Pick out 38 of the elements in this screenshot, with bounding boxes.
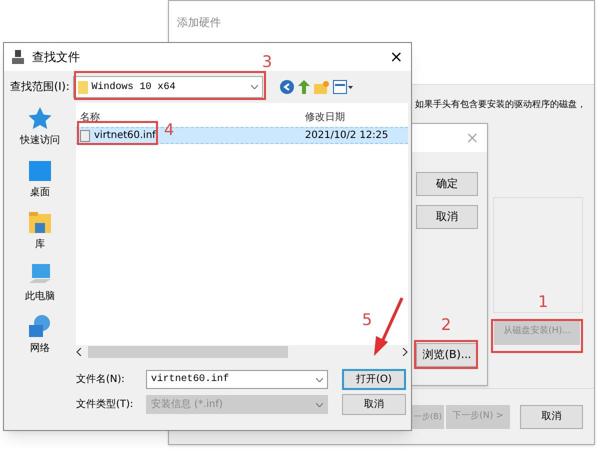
highlight-frame — [414, 340, 478, 369]
place-item[interactable]: 快速访问 — [20, 105, 60, 148]
scroll-right-icon[interactable] — [402, 348, 408, 356]
look-in-label: 查找范围(I): — [10, 78, 70, 95]
file-name: virtnet60.inf — [94, 129, 156, 143]
folder-icon — [78, 80, 88, 94]
step-number: 3 — [262, 51, 272, 73]
scroll-left-icon[interactable] — [76, 348, 82, 356]
place-item[interactable]: 网络 — [26, 313, 54, 356]
place-item[interactable]: 库 — [26, 209, 54, 252]
cancel-button[interactable]: 取消 — [342, 394, 406, 415]
view-menu-icon[interactable] — [332, 80, 353, 94]
step-number: 5 — [362, 309, 372, 331]
browse-button[interactable]: 浏览(B)... — [416, 343, 478, 367]
step-number: 1 — [538, 291, 548, 313]
look-in-dropdown[interactable]: Windows 10 x64 — [72, 76, 263, 98]
wizard-button[interactable]: 取消 — [520, 404, 583, 428]
window-title: 添加硬件 — [177, 16, 221, 29]
caret-icon — [250, 85, 258, 89]
open-button[interactable]: 打开(O) — [342, 369, 406, 390]
horizontal-scrollbar[interactable] — [76, 345, 408, 359]
file-date: 2021/10/2 12:25 — [305, 129, 388, 143]
dialog-title: 查找文件 — [32, 49, 80, 66]
caret-icon — [316, 402, 323, 406]
file-icon — [80, 130, 90, 142]
file-name-label: 文件名(N): — [76, 372, 126, 387]
column-header[interactable]: 修改日期 — [305, 110, 345, 125]
instruction-text: 如果手头有包含要安装的驱动程序的磁盘， — [415, 99, 586, 111]
up-arrow-icon[interactable] — [298, 80, 310, 94]
place-item[interactable]: 此电脑 — [25, 261, 55, 304]
file-type-label: 文件类型(T): — [76, 398, 134, 412]
close-button[interactable]: × — [390, 45, 403, 69]
dialog-button[interactable]: 取消 — [416, 205, 478, 229]
file-name-field[interactable]: virtnet60.inf — [146, 370, 328, 389]
step-number: 2 — [441, 314, 452, 336]
caret-icon — [316, 378, 323, 382]
place-item[interactable]: 桌面 — [26, 157, 54, 200]
dialog-button[interactable]: 确定 — [416, 172, 478, 196]
